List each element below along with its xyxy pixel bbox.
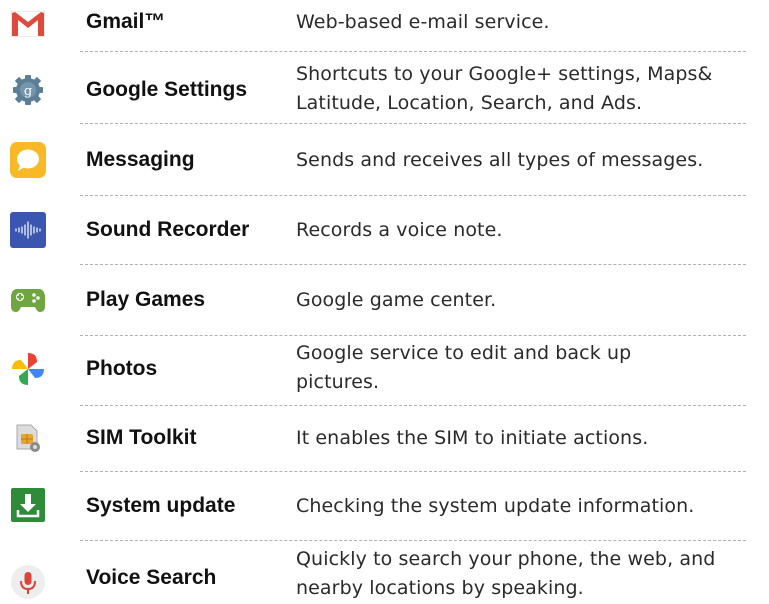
app-description: Sends and receives all types of messages… <box>296 149 704 171</box>
photos-icon <box>2 347 54 391</box>
messaging-icon <box>2 140 54 180</box>
app-name: SIM Toolkit <box>86 426 197 449</box>
app-description: Shortcuts to your Google+ settings, Maps… <box>296 60 766 118</box>
app-name: Gmail™ <box>86 10 166 33</box>
system-update-icon <box>2 485 54 525</box>
gmail-icon <box>2 6 54 42</box>
row-divider <box>80 195 746 196</box>
row-divider <box>80 405 746 406</box>
app-name: Sound Recorder <box>86 218 250 241</box>
app-description: Google service to edit and back up pictu… <box>296 339 766 397</box>
row-divider <box>80 471 746 472</box>
app-description: Google game center. <box>296 289 497 311</box>
google-settings-icon: g <box>2 70 54 110</box>
app-name: System update <box>86 494 236 517</box>
app-description: It enables the SIM to initiate actions. <box>296 427 649 449</box>
app-description-line: Google service to edit and back up <box>296 342 632 364</box>
app-name: Play Games <box>86 288 206 311</box>
row-divider <box>80 540 746 541</box>
svg-text:g: g <box>24 84 32 99</box>
app-name: Photos <box>86 357 158 380</box>
voice-search-icon <box>2 560 54 604</box>
app-description: Records a voice note. <box>296 219 503 241</box>
app-description-line: Shortcuts to your Google+ settings, Maps… <box>296 63 713 85</box>
app-name: Google Settings <box>86 78 248 101</box>
row-divider <box>80 51 746 52</box>
app-description-line: pictures. <box>296 371 380 393</box>
row-divider <box>80 264 746 265</box>
app-description-line: Latitude, Location, Search, and Ads. <box>296 92 643 114</box>
sim-toolkit-icon <box>2 418 54 458</box>
app-description-line: Quickly to search your phone, the web, a… <box>296 548 716 570</box>
app-description: Quickly to search your phone, the web, a… <box>296 545 766 603</box>
app-name: Messaging <box>86 148 195 171</box>
play-games-icon <box>2 280 54 320</box>
app-description: Checking the system update information. <box>296 495 695 517</box>
app-name: Voice Search <box>86 566 217 589</box>
row-divider <box>80 123 746 124</box>
sound-recorder-icon <box>2 210 54 250</box>
row-divider <box>80 335 746 336</box>
app-description: Web-based e-mail service. <box>296 11 550 33</box>
app-description-line: nearby locations by speaking. <box>296 577 584 599</box>
